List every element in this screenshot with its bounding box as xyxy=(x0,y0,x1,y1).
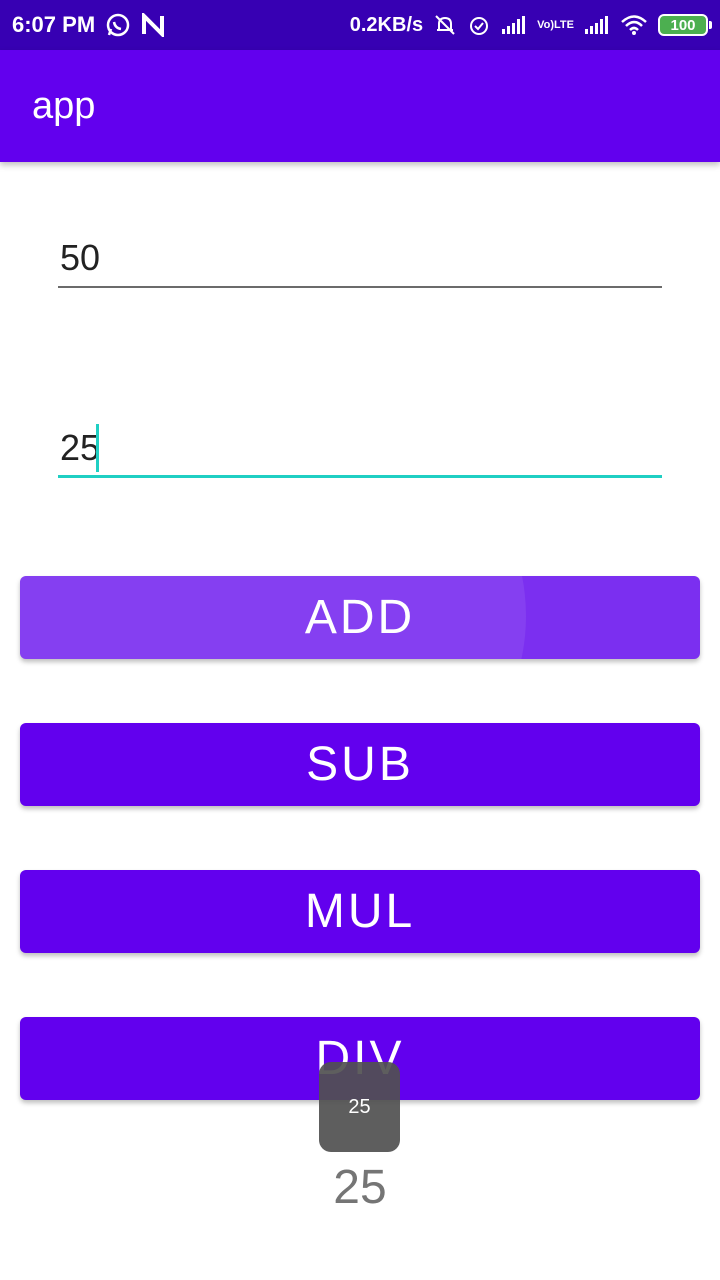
muted-bell-icon xyxy=(433,13,457,37)
volte-icon: Vo) LTE xyxy=(537,18,574,31)
app-title: app xyxy=(32,84,96,127)
mul-button[interactable]: MUL xyxy=(20,870,700,953)
status-time: 6:07 PM xyxy=(12,12,96,37)
add-button-label: ADD xyxy=(304,591,416,644)
first-number-input[interactable] xyxy=(58,230,662,288)
lte-label: LTE xyxy=(554,18,574,31)
add-button[interactable]: ADD xyxy=(20,576,700,659)
status-left: 6:07 PM xyxy=(12,12,165,38)
status-right: 0.2KB/s Vo) LTE 100 xyxy=(349,13,712,37)
signal-icon xyxy=(501,15,527,35)
toast-message: 25 xyxy=(319,1062,400,1152)
signal-icon xyxy=(584,15,610,35)
whatsapp-icon xyxy=(105,12,131,38)
text-cursor xyxy=(96,424,99,472)
wifi-icon xyxy=(620,14,648,36)
ripple-effect xyxy=(20,576,526,659)
network-speed: 0.2KB/s xyxy=(349,13,424,36)
status-bar: 6:07 PM 0.2KB/s Vo) LTE 100 xyxy=(0,0,720,50)
second-number-input[interactable] xyxy=(58,420,662,478)
sub-button[interactable]: SUB xyxy=(20,723,700,806)
battery-icon: 100 xyxy=(658,14,712,36)
n-notification-icon xyxy=(141,13,165,37)
result-text: 25 xyxy=(333,1161,387,1214)
volte-label: Vo) xyxy=(537,18,555,31)
app-bar: app xyxy=(0,50,720,162)
alarm-icon xyxy=(467,13,491,37)
